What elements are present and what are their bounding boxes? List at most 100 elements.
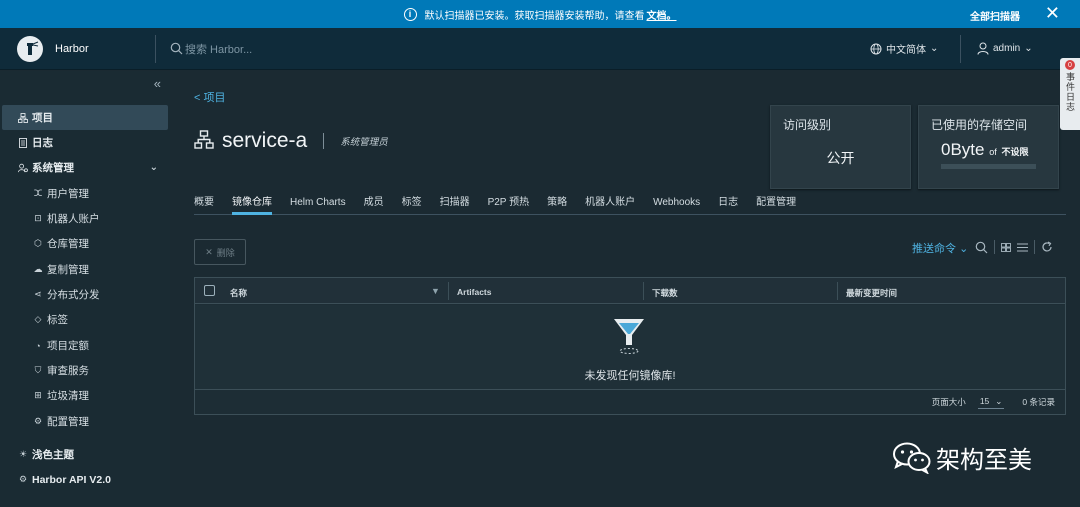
- brand-name[interactable]: Harbor: [55, 43, 155, 55]
- column-header-artifacts[interactable]: Artifacts: [457, 287, 491, 297]
- tab-policy[interactable]: 策略: [547, 195, 567, 215]
- sidebar-item-replications[interactable]: ☁ 复制管理: [0, 257, 168, 282]
- storage-limit: 不设限: [1001, 147, 1029, 157]
- repositories-table: 名称 ▼ Artifacts 下载数 最新变更时间 未发现任何镜像库! 页面大小…: [194, 277, 1066, 415]
- close-icon[interactable]: ✕: [1045, 4, 1060, 22]
- funnel-icon: [614, 319, 644, 354]
- refresh-icon[interactable]: [1041, 241, 1053, 253]
- table-header: 名称 ▼ Artifacts 下载数 最新变更时间: [195, 278, 1065, 304]
- column-divider: [643, 282, 644, 300]
- storage-of: of: [989, 147, 997, 157]
- sidebar-item-project-quotas[interactable]: ◔ 项目定额: [0, 333, 168, 358]
- collapse-sidebar-icon[interactable]: «: [154, 76, 161, 91]
- card-view-icon[interactable]: [1001, 242, 1011, 252]
- search-input[interactable]: 搜索 Harbor...: [185, 41, 252, 57]
- box-icon: ⬡: [34, 238, 42, 248]
- username: admin: [993, 43, 1021, 54]
- tab-members[interactable]: 成员: [364, 195, 384, 215]
- tab-repositories[interactable]: 镜像仓库: [232, 195, 272, 215]
- column-divider: [837, 282, 838, 300]
- watermark-text: 架构至美: [936, 447, 1032, 474]
- access-level-card: 访问级别 公开: [770, 105, 911, 189]
- sidebar-item-distributions[interactable]: ⋖ 分布式分发: [0, 282, 168, 307]
- gear-icon: ⚙: [33, 416, 43, 426]
- banner-message: 默认扫描器已安装。获取扫描器安装帮助，请查看: [424, 10, 645, 22]
- sidebar: « 项目 日志 系统管理 ⌄ ⵋ 用户管理 ⊡ 机器人账户 ⬡ 仓库管理 ☁ 复…: [0, 71, 170, 507]
- chevron-down-icon: ⌄: [959, 243, 969, 255]
- sidebar-item-interrogation-services[interactable]: ⛉ 审查服务: [0, 358, 168, 383]
- delete-button[interactable]: ✕ 删除: [194, 239, 246, 265]
- sidebar-item-label: 项目: [32, 112, 53, 124]
- page-size-select[interactable]: 15 ⌄: [977, 395, 1005, 409]
- storage-value: 0Byte of 不设限: [941, 140, 1028, 160]
- card-title: 已使用的存储空间: [931, 118, 1028, 132]
- info-icon: i: [403, 7, 417, 21]
- tab-configuration[interactable]: 配置管理: [756, 195, 796, 215]
- chevron-down-icon: ⌄: [149, 162, 158, 173]
- all-scanners-button[interactable]: 全部扫描器: [970, 8, 1020, 23]
- sidebar-item-label: 机器人账户: [47, 213, 100, 225]
- sidebar-item-label: 浅色主题: [32, 449, 74, 461]
- sidebar-item-administration[interactable]: 系统管理 ⌄: [0, 155, 168, 180]
- sidebar-item-api[interactable]: ⚙ Harbor API V2.0: [0, 467, 168, 492]
- projects-icon: [18, 112, 28, 123]
- sidebar-item-label: 审查服务: [47, 365, 89, 377]
- push-command-label: 推送命令: [912, 243, 956, 255]
- user-menu[interactable]: admin ⌄: [977, 42, 1033, 55]
- storage-used: 0Byte: [941, 140, 985, 159]
- grid-toolbar: [975, 240, 1053, 254]
- log-icon: [18, 137, 28, 148]
- sidebar-item-logs[interactable]: 日志: [0, 130, 168, 155]
- column-header-update-time[interactable]: 最新变更时间: [846, 287, 897, 299]
- search-icon[interactable]: [975, 241, 988, 254]
- sidebar-item-configuration[interactable]: ⚙ 配置管理: [0, 409, 168, 434]
- sidebar-item-label: 系统管理: [32, 162, 74, 174]
- banner-doc-link[interactable]: 文档。: [647, 7, 677, 22]
- tab-p2p-preheat[interactable]: P2P 预热: [488, 195, 530, 215]
- sidebar-item-label: 项目定额: [47, 340, 89, 352]
- share-icon: ⋖: [34, 289, 42, 299]
- tab-robot-accounts[interactable]: 机器人账户: [585, 195, 635, 215]
- tab-labels[interactable]: 标签: [402, 195, 422, 215]
- back-to-projects-link[interactable]: < 项目: [194, 89, 225, 105]
- tab-scanner[interactable]: 扫描器: [440, 195, 470, 215]
- close-icon: ✕: [205, 246, 213, 257]
- sidebar-item-labels[interactable]: ◇ 标签: [0, 307, 168, 332]
- tab-logs[interactable]: 日志: [718, 195, 738, 215]
- sidebar-item-registries[interactable]: ⬡ 仓库管理: [0, 231, 168, 256]
- sidebar-item-light-theme[interactable]: ☀ 浅色主题: [0, 442, 168, 467]
- watermark: 架构至美: [892, 440, 1032, 475]
- list-view-icon[interactable]: [1017, 243, 1028, 252]
- chevron-down-icon: ⌄: [995, 395, 1003, 406]
- language-selector[interactable]: 中文简体 ⌄: [870, 41, 960, 56]
- tab-summary[interactable]: 概要: [194, 195, 214, 215]
- header-divider: [960, 34, 961, 63]
- users-cog-icon: [18, 163, 28, 173]
- push-command-dropdown[interactable]: 推送命令 ⌄: [912, 240, 968, 256]
- gauge-icon: ◔: [35, 340, 41, 351]
- sidebar-item-garbage-collection[interactable]: ⊞ 垃圾清理: [0, 383, 168, 408]
- title-divider: [323, 133, 325, 149]
- sidebar-item-label: 复制管理: [47, 264, 89, 276]
- shield-icon: ⛉: [34, 365, 42, 375]
- column-header-pulls[interactable]: 下载数: [652, 287, 678, 299]
- filter-icon[interactable]: ▼: [431, 286, 440, 296]
- page-title: service-a: [222, 129, 308, 152]
- global-search[interactable]: 搜索 Harbor...: [170, 41, 870, 57]
- column-header-name[interactable]: 名称: [230, 287, 247, 299]
- tab-helm-charts[interactable]: Helm Charts: [290, 195, 346, 215]
- globe-icon: [870, 43, 882, 54]
- tab-webhooks[interactable]: Webhooks: [653, 195, 700, 215]
- users-icon: ⵋ: [33, 188, 43, 198]
- sidebar-item-users[interactable]: ⵋ 用户管理: [0, 181, 168, 206]
- harbor-logo-icon[interactable]: [17, 35, 43, 62]
- api-icon: ⚙: [18, 474, 28, 484]
- sidebar-item-projects[interactable]: 项目: [2, 105, 168, 130]
- card-title: 访问级别: [783, 118, 832, 132]
- event-log-drawer[interactable]: 0 事件日志: [1060, 58, 1080, 130]
- select-all-checkbox[interactable]: [204, 285, 215, 296]
- empty-state: 未发现任何镜像库!: [195, 305, 1065, 389]
- sidebar-item-robot-accounts[interactable]: ⊡ 机器人账户: [0, 206, 168, 231]
- top-header: Harbor 搜索 Harbor... 中文简体 ⌄ admin ⌄: [0, 28, 1080, 70]
- project-tabs: 概要 镜像仓库 Helm Charts 成员 标签 扫描器 P2P 预热 策略 …: [194, 195, 1066, 215]
